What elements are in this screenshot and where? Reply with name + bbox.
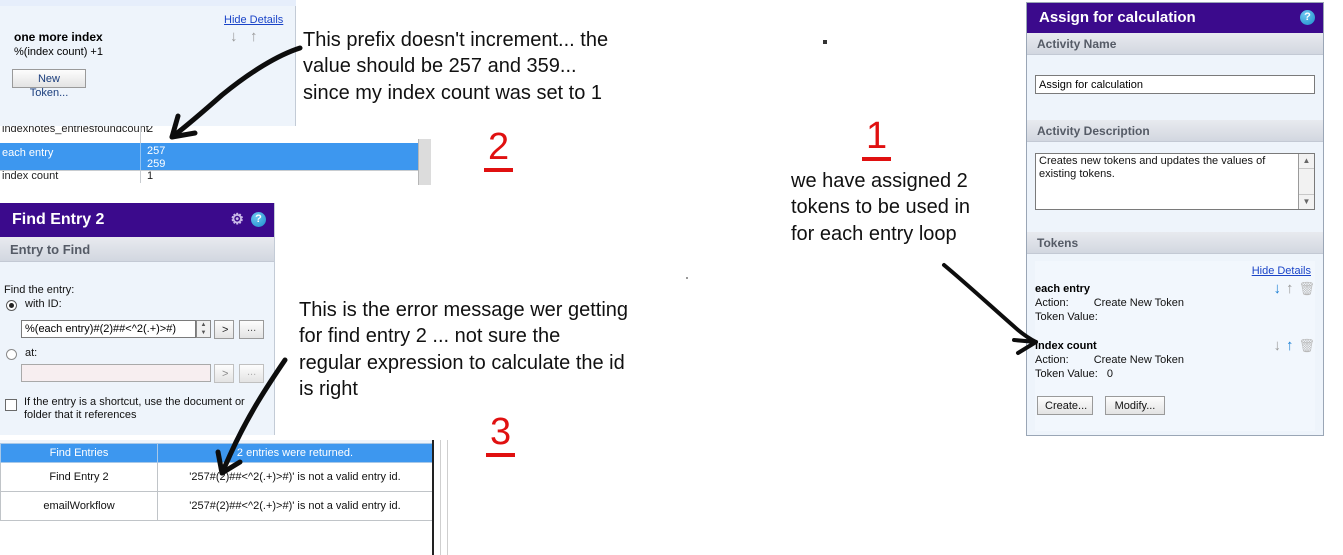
results-col-summary: 2 entries were returned.: [157, 443, 432, 463]
cell-divider: [140, 143, 141, 170]
find-prompt-label: Find the entry:: [4, 284, 75, 296]
delete-icon[interactable]: 🗑: [1298, 282, 1315, 295]
move-up-icon[interactable]: ↑: [1286, 338, 1294, 353]
assign-panel-title: Assign for calculation: [1039, 9, 1196, 26]
results-col-find-entries: Find Entries: [0, 443, 158, 463]
token-entry[interactable]: each entry Action: Create New Token Toke…: [1035, 281, 1315, 323]
cell-divider: [140, 171, 141, 183]
activity-description-text: Creates new tokens and updates the value…: [1039, 155, 1266, 180]
results-row-name: Find Entry 2: [0, 462, 158, 492]
activity-name-header: Activity Name: [1027, 33, 1323, 55]
token-action-value: Create New Token: [1093, 354, 1184, 366]
token-action-label: Action:: [1035, 354, 1069, 366]
radio-with-id[interactable]: [6, 300, 18, 312]
token-value-value: 0: [1106, 368, 1113, 380]
move-up-icon[interactable]: ↑: [250, 29, 258, 44]
results-row-message: '257#(2)##<^2(.+)>#)' is not a valid ent…: [157, 491, 432, 521]
delete-icon[interactable]: 🗑: [1298, 339, 1315, 352]
scroll-up-button[interactable]: ▲: [1299, 154, 1314, 169]
token-name-label: one more index: [14, 30, 103, 44]
artifact-dot: [686, 277, 688, 279]
find-entry-title: Find Entry 2: [12, 210, 105, 228]
token-reorder-arrows[interactable]: ↓ ↑: [230, 28, 257, 46]
annotation-1-text: we have assigned 2 tokens to be used in …: [791, 170, 971, 245]
results-row-message: '257#(2)##<^2(.+)>#)' is not a valid ent…: [157, 462, 432, 492]
find-entry-titlebar: Find Entry 2 ⚙ ?: [0, 203, 274, 237]
hide-details-link[interactable]: Hide Details: [224, 10, 283, 28]
shortcut-checkbox[interactable]: [5, 399, 17, 411]
token-action-label: Action:: [1035, 297, 1069, 309]
activity-description-header: Activity Description: [1027, 120, 1323, 142]
token-row-actions[interactable]: ↓ ↑ 🗑: [1273, 338, 1315, 353]
radio-at-label[interactable]: at:: [25, 347, 37, 359]
modify-token-button[interactable]: Modify...: [1105, 396, 1165, 415]
table-row[interactable]: emailWorkflow '257#(2)##<^2(.+)>#)' is n…: [0, 491, 432, 521]
entry-to-find-header: Entry to Find: [0, 237, 274, 262]
token-entry[interactable]: index count Action: Create New Token Tok…: [1035, 338, 1315, 380]
radio-with-id-dot: [9, 303, 14, 308]
entry-id-browse-button[interactable]: ...: [239, 320, 264, 339]
help-icon[interactable]: ?: [1300, 10, 1315, 25]
shortcut-checkbox-label[interactable]: If the entry is a shortcut, use the docu…: [24, 396, 259, 422]
token-grid-value: 2: [147, 126, 154, 135]
annotation-1-number: 1: [862, 117, 892, 161]
table-row[interactable]: indexnotes_entriesfoundcount 2: [0, 126, 425, 144]
token-detail-panel: Hide Details ↓ ↑ one more index %(index …: [0, 0, 296, 128]
tokens-hide-details-link[interactable]: Hide Details: [1252, 261, 1311, 279]
token-grid-name: each entry: [2, 147, 54, 159]
entry-at-arrow-button[interactable]: >: [214, 364, 234, 383]
assign-panel-titlebar: Assign for calculation ?: [1027, 3, 1323, 33]
new-token-button[interactable]: New Token...: [12, 69, 86, 99]
radio-at[interactable]: [6, 349, 18, 361]
results-table: Find Entries 2 entries were returned. Fi…: [0, 443, 432, 521]
gear-icon[interactable]: ⚙: [231, 212, 244, 227]
cell-divider: [140, 126, 141, 143]
table-row[interactable]: Find Entry 2 '257#(2)##<^2(.+)>#)' is no…: [0, 462, 432, 492]
move-down-icon[interactable]: ↓: [1273, 338, 1281, 353]
annotation-2-text: This prefix doesn't increment... the val…: [303, 29, 609, 104]
annotation-2-number: 2: [484, 128, 514, 172]
entry-at-input[interactable]: [21, 364, 211, 382]
token-grid-name: indexnotes_entriesfoundcount: [2, 126, 149, 135]
entry-at-browse-button[interactable]: ...: [239, 364, 264, 383]
move-up-icon[interactable]: ↑: [1286, 281, 1294, 296]
description-scrollbar[interactable]: ▲ ▼: [1298, 154, 1314, 209]
token-action-value: Create New Token: [1093, 297, 1184, 309]
entry-id-arrow-button[interactable]: >: [214, 320, 234, 339]
results-header-row: Find Entries 2 entries were returned.: [0, 443, 432, 463]
tokens-body: Hide Details each entry Action: Create N…: [1035, 261, 1315, 431]
scroll-down-button[interactable]: ▼: [1299, 194, 1314, 209]
table-row[interactable]: index count 1: [0, 170, 425, 183]
assign-for-calculation-panel: Assign for calculation ? Activity Name A…: [1026, 2, 1324, 436]
grid-scroll-gutter[interactable]: [418, 139, 431, 185]
entry-id-input[interactable]: %(each entry)#(2)##<^2(.+)>#): [21, 320, 196, 338]
activity-name-input[interactable]: Assign for calculation: [1035, 75, 1315, 94]
move-down-icon[interactable]: ↓: [1273, 281, 1281, 296]
radio-with-id-label[interactable]: with ID:: [25, 298, 62, 310]
token-value-label: Token Value:: [1035, 311, 1098, 323]
token-grid-value: 257 259: [147, 145, 166, 170]
annotation-3-number: 3: [486, 413, 516, 457]
token-value-label: Token Value:: [1035, 368, 1098, 380]
entry-id-spinner[interactable]: ▲ ▼: [196, 320, 211, 338]
token-row-actions[interactable]: ↓ ↑ 🗑: [1273, 281, 1315, 296]
token-value-label: %(index count) +1: [14, 46, 103, 58]
table-row[interactable]: each entry 257 259: [0, 143, 418, 170]
token-grid[interactable]: indexnotes_entriesfoundcount 2 each entr…: [0, 126, 431, 185]
results-right-gutter: [440, 440, 448, 555]
help-icon[interactable]: ?: [251, 212, 266, 227]
artifact-dot: [823, 40, 827, 44]
token-grid-value: 1: [147, 170, 154, 182]
results-row-name: emailWorkflow: [0, 491, 158, 521]
activity-description-textarea[interactable]: Creates new tokens and updates the value…: [1035, 153, 1315, 210]
annotation-3-text: This is the error message wer getting fo…: [299, 299, 629, 401]
create-token-button[interactable]: Create...: [1037, 396, 1093, 415]
panel-top-strip: [0, 0, 296, 6]
results-table-wrap: Find Entries 2 entries were returned. Fi…: [0, 440, 434, 555]
find-entry-dialog: Find Entry 2 ⚙ ? Entry to Find Find the …: [0, 203, 275, 435]
move-down-icon[interactable]: ↓: [230, 29, 238, 44]
tokens-header: Tokens: [1027, 232, 1323, 254]
token-grid-name: index count: [2, 170, 59, 182]
